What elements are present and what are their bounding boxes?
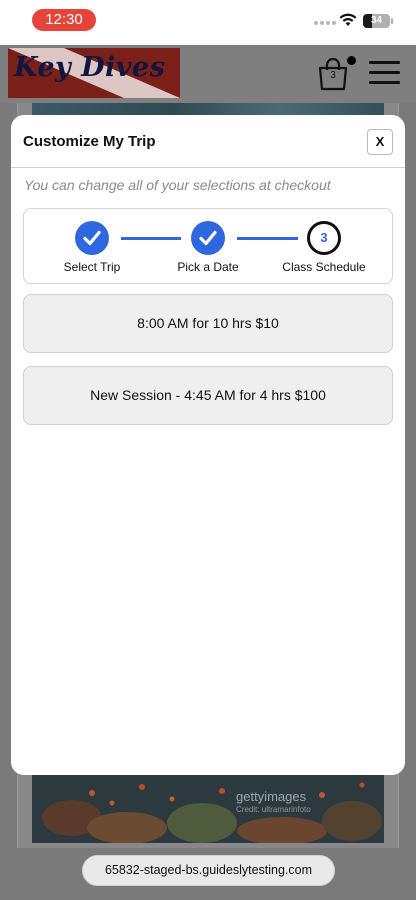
cart-notification-dot: [347, 56, 356, 65]
coral-reef-image: [32, 773, 384, 843]
cellular-signal-icon: [314, 21, 336, 25]
shopping-bag-icon[interactable]: 3: [316, 57, 350, 91]
step-3-number[interactable]: 3: [307, 221, 341, 255]
step-connector-1: [121, 237, 181, 240]
battery-level: 34: [370, 15, 383, 26]
close-button[interactable]: X: [367, 129, 393, 155]
battery-tip: [391, 18, 393, 24]
hero-image-bottom: gettyimages Credit: ultramarinfoto: [32, 773, 384, 843]
step-label-class-schedule: Class Schedule: [282, 260, 366, 274]
status-time: 12:30: [32, 9, 96, 31]
status-bar: 12:30 34: [0, 0, 416, 45]
cart-count: 3: [330, 70, 336, 81]
progress-stepper: 3 Select Trip Pick a Date Class Schedule: [23, 208, 393, 284]
hero-watermark: gettyimages: [236, 789, 307, 804]
hamburger-menu-icon[interactable]: [369, 60, 400, 84]
step-2-check-icon[interactable]: [191, 221, 225, 255]
step-label-pick-date: Pick a Date: [177, 260, 239, 274]
hero-watermark-credit: Credit: ultramarinfoto: [236, 805, 311, 814]
site-header: Key Dives 3: [0, 45, 416, 103]
session-option-button[interactable]: 8:00 AM for 10 hrs $10: [23, 294, 393, 353]
step-label-select-trip: Select Trip: [63, 260, 121, 274]
step-1-check-icon[interactable]: [75, 221, 109, 255]
step-connector-2: [237, 237, 298, 240]
wifi-icon: [339, 13, 357, 26]
battery-icon: 34: [363, 14, 390, 28]
logo-text: Key Dives: [14, 52, 166, 83]
modal-title: Customize My Trip: [23, 133, 156, 150]
browser-url-bar[interactable]: 65832-staged-bs.guideslytesting.com: [82, 855, 335, 886]
session-option-button[interactable]: New Session - 4:45 AM for 4 hrs $100: [23, 366, 393, 425]
customize-trip-modal: Customize My Trip X You can change all o…: [11, 115, 405, 775]
modal-subtitle: You can change all of your selections at…: [24, 177, 331, 193]
modal-divider: [11, 167, 405, 168]
